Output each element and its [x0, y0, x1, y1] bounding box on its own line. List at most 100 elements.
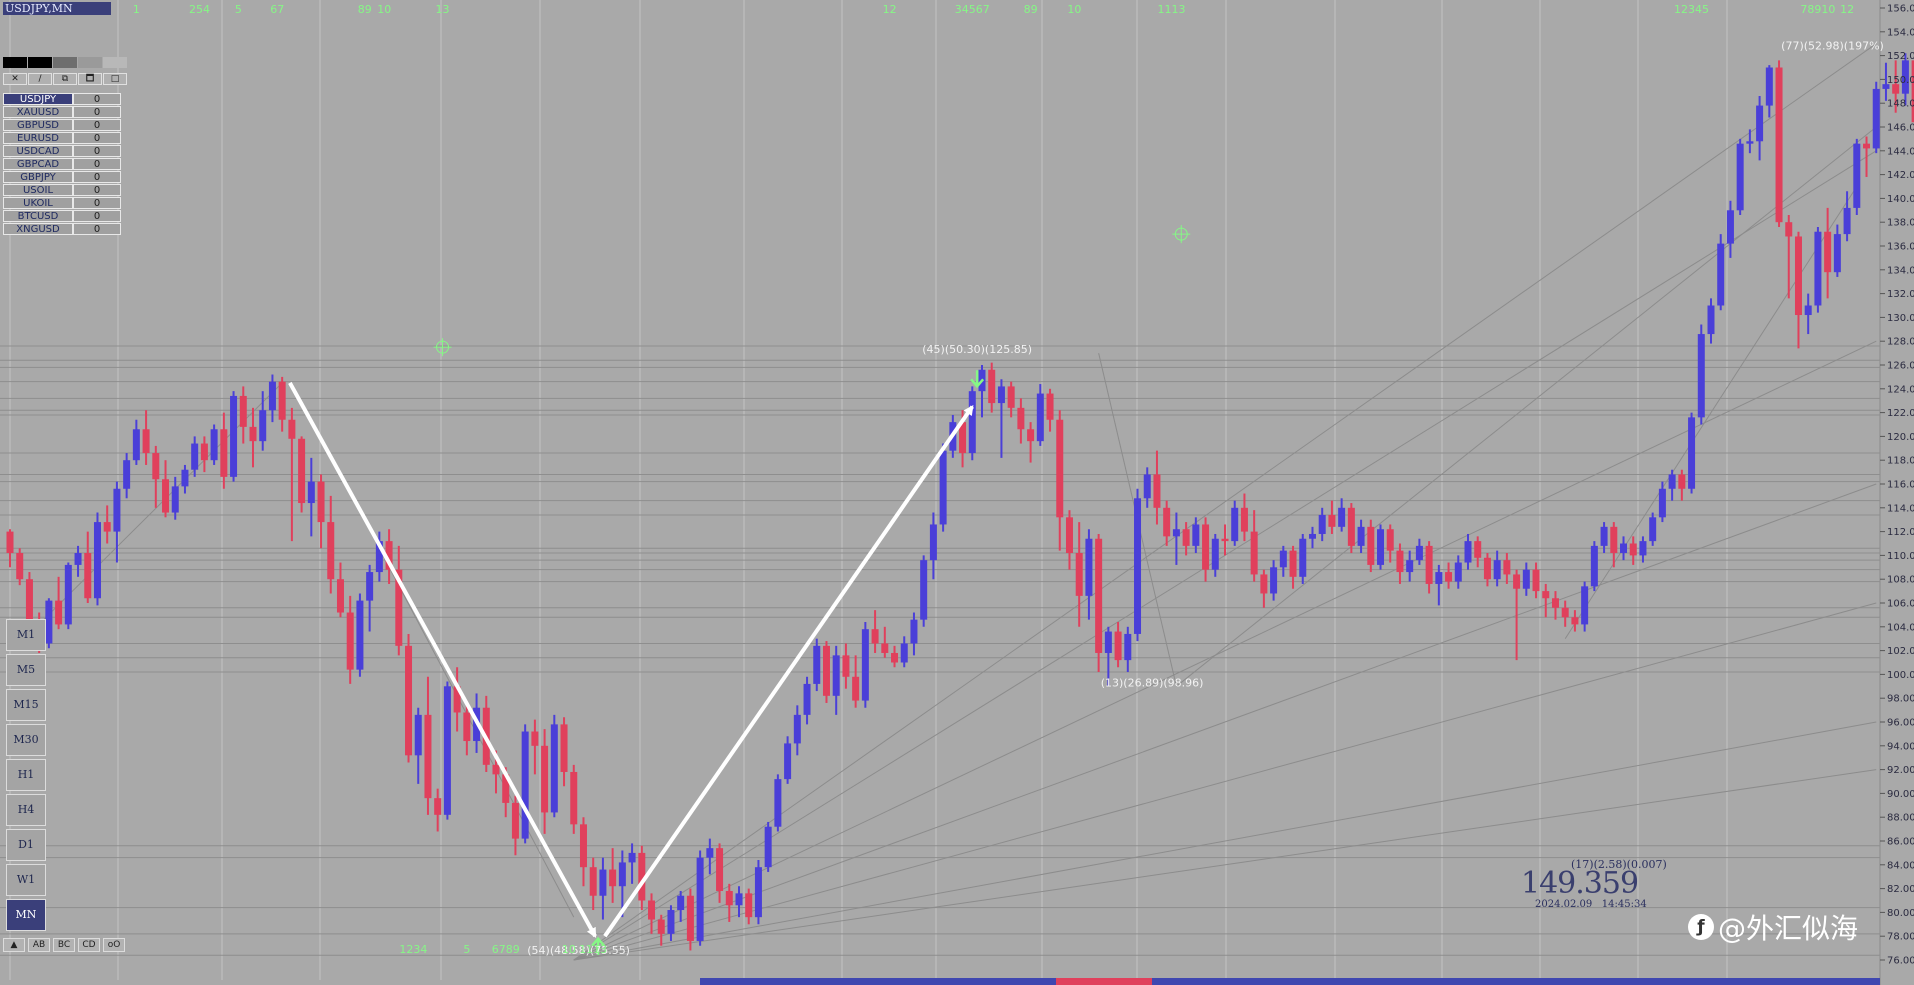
candle-body — [1620, 543, 1628, 554]
close-icon[interactable]: ✕ — [3, 73, 27, 85]
top-count-label: 12 — [883, 3, 897, 16]
symbol-row[interactable]: XNGUSD 0 — [3, 223, 121, 235]
candle-body — [1843, 207, 1851, 235]
color-swatch[interactable] — [53, 57, 77, 68]
y-tick-label: 100.00 — [1887, 670, 1914, 681]
symbol-row[interactable]: GBPJPY 0 — [3, 171, 121, 183]
candle-body — [1211, 538, 1219, 570]
symbol-row[interactable]: XAUUSD 0 — [3, 106, 121, 118]
candle-body — [852, 676, 860, 701]
y-tick-label: 78.00 — [1887, 932, 1914, 943]
y-tick-label: 140.00 — [1887, 194, 1914, 205]
candle-body — [1824, 231, 1832, 273]
annotations: (54)(48.58)(75.55)(45)(50.30)(125.85)(13… — [133, 3, 1884, 957]
candle-body — [191, 443, 199, 470]
candle-body — [1863, 143, 1871, 149]
y-tick-label: 98.00 — [1887, 694, 1914, 705]
symbol-name: GBPUSD — [3, 119, 73, 131]
candle-body — [618, 862, 626, 887]
candle-body — [74, 553, 82, 565]
symbol-row[interactable]: USDCAD 0 — [3, 145, 121, 157]
symbol-row[interactable]: USOIL 0 — [3, 184, 121, 196]
scroll-up-button[interactable]: ▲ — [3, 938, 25, 952]
candle-body — [230, 395, 238, 477]
timeframe-button-m15[interactable]: M15 — [6, 689, 46, 721]
symbol-row[interactable]: GBPUSD 0 — [3, 119, 121, 131]
candle-body — [1833, 234, 1841, 273]
timeframe-button-h4[interactable]: H4 — [6, 794, 46, 826]
candle-body — [1600, 526, 1608, 546]
symbol-count: 0 — [73, 132, 121, 144]
top-count-label: 5 — [235, 3, 242, 16]
candle-body — [1250, 531, 1258, 575]
y-tick-label: 152.00 — [1887, 51, 1914, 62]
bottom-count-label: 6789 — [492, 943, 520, 956]
fan-line — [573, 602, 1877, 961]
symbol-row[interactable]: UKOIL 0 — [3, 197, 121, 209]
color-swatch[interactable] — [3, 57, 27, 68]
top-count-label: 10 — [1067, 3, 1081, 16]
candle-body — [463, 712, 471, 742]
candle-body — [1153, 474, 1161, 508]
candle-body — [1328, 514, 1336, 527]
candle-body — [609, 869, 617, 887]
top-count-label: 12 — [1840, 3, 1854, 16]
candle-body — [1007, 386, 1015, 408]
candle-body — [891, 652, 899, 663]
candle-body — [803, 683, 811, 715]
candle-body — [1503, 560, 1511, 575]
ab-button[interactable]: AB — [28, 938, 50, 952]
y-tick-label: 130.00 — [1887, 313, 1914, 324]
watermark-text: @外汇似海 — [1718, 912, 1859, 945]
candle-body — [268, 381, 276, 411]
color-swatch[interactable] — [103, 57, 127, 68]
candle-body — [1299, 538, 1307, 577]
candle-body — [1775, 67, 1783, 223]
candle-body — [1736, 143, 1744, 211]
candle-body — [599, 869, 607, 896]
candle-body — [784, 743, 792, 780]
cd-button[interactable]: CD — [78, 938, 100, 952]
candle-body — [706, 848, 714, 858]
candle-body — [939, 450, 947, 525]
price-chart[interactable]: (54)(48.58)(75.55)(45)(50.30)(125.85)(13… — [0, 0, 1914, 985]
window-icon[interactable]: 🗖 — [78, 73, 102, 85]
oo-button[interactable]: oO — [103, 938, 125, 952]
price-datetime: 2024.02.09 14:45:34 — [1535, 899, 1647, 910]
symbol-row[interactable]: EURUSD 0 — [3, 132, 121, 144]
timeframe-button-mn[interactable]: MN — [6, 899, 46, 931]
symbol-row[interactable]: BTCUSD 0 — [3, 210, 121, 222]
timeframe-button-m30[interactable]: M30 — [6, 724, 46, 756]
timeframe-button-d1[interactable]: D1 — [6, 829, 46, 861]
symbol-row[interactable]: GBPCAD 0 — [3, 158, 121, 170]
color-swatch[interactable] — [78, 57, 102, 68]
candle-body — [541, 745, 549, 813]
timeframe-button-h1[interactable]: H1 — [6, 759, 46, 791]
bc-button[interactable]: BC — [53, 938, 75, 952]
y-tick-label: 82.00 — [1887, 884, 1914, 895]
line-icon[interactable]: / — [28, 73, 52, 85]
color-swatch[interactable] — [28, 57, 52, 68]
timeframe-button-w1[interactable]: W1 — [6, 864, 46, 896]
y-tick-label: 102.00 — [1887, 646, 1914, 657]
candle-body — [6, 531, 14, 554]
candle-body — [1163, 507, 1171, 537]
candle-body — [443, 686, 451, 815]
candle-body — [1231, 507, 1239, 542]
candle-body — [550, 724, 558, 813]
candle-body — [1143, 474, 1151, 499]
copy-icon[interactable]: ⧉ — [53, 73, 77, 85]
square-icon[interactable]: □ — [103, 73, 127, 85]
timeframe-button-m5[interactable]: M5 — [6, 654, 46, 686]
y-tick-label: 108.00 — [1887, 575, 1914, 586]
candle-body — [288, 419, 296, 439]
candle-body — [579, 824, 587, 868]
symbol-row[interactable]: USDJPY 0 — [3, 93, 121, 105]
symbol-count: 0 — [73, 210, 121, 222]
y-tick-label: 80.00 — [1887, 908, 1914, 919]
candle-body — [725, 890, 733, 906]
y-tick-label: 112.00 — [1887, 527, 1914, 538]
timeframe-button-m1[interactable]: M1 — [6, 619, 46, 651]
candle-body — [346, 612, 354, 670]
candle-body — [1377, 529, 1385, 565]
